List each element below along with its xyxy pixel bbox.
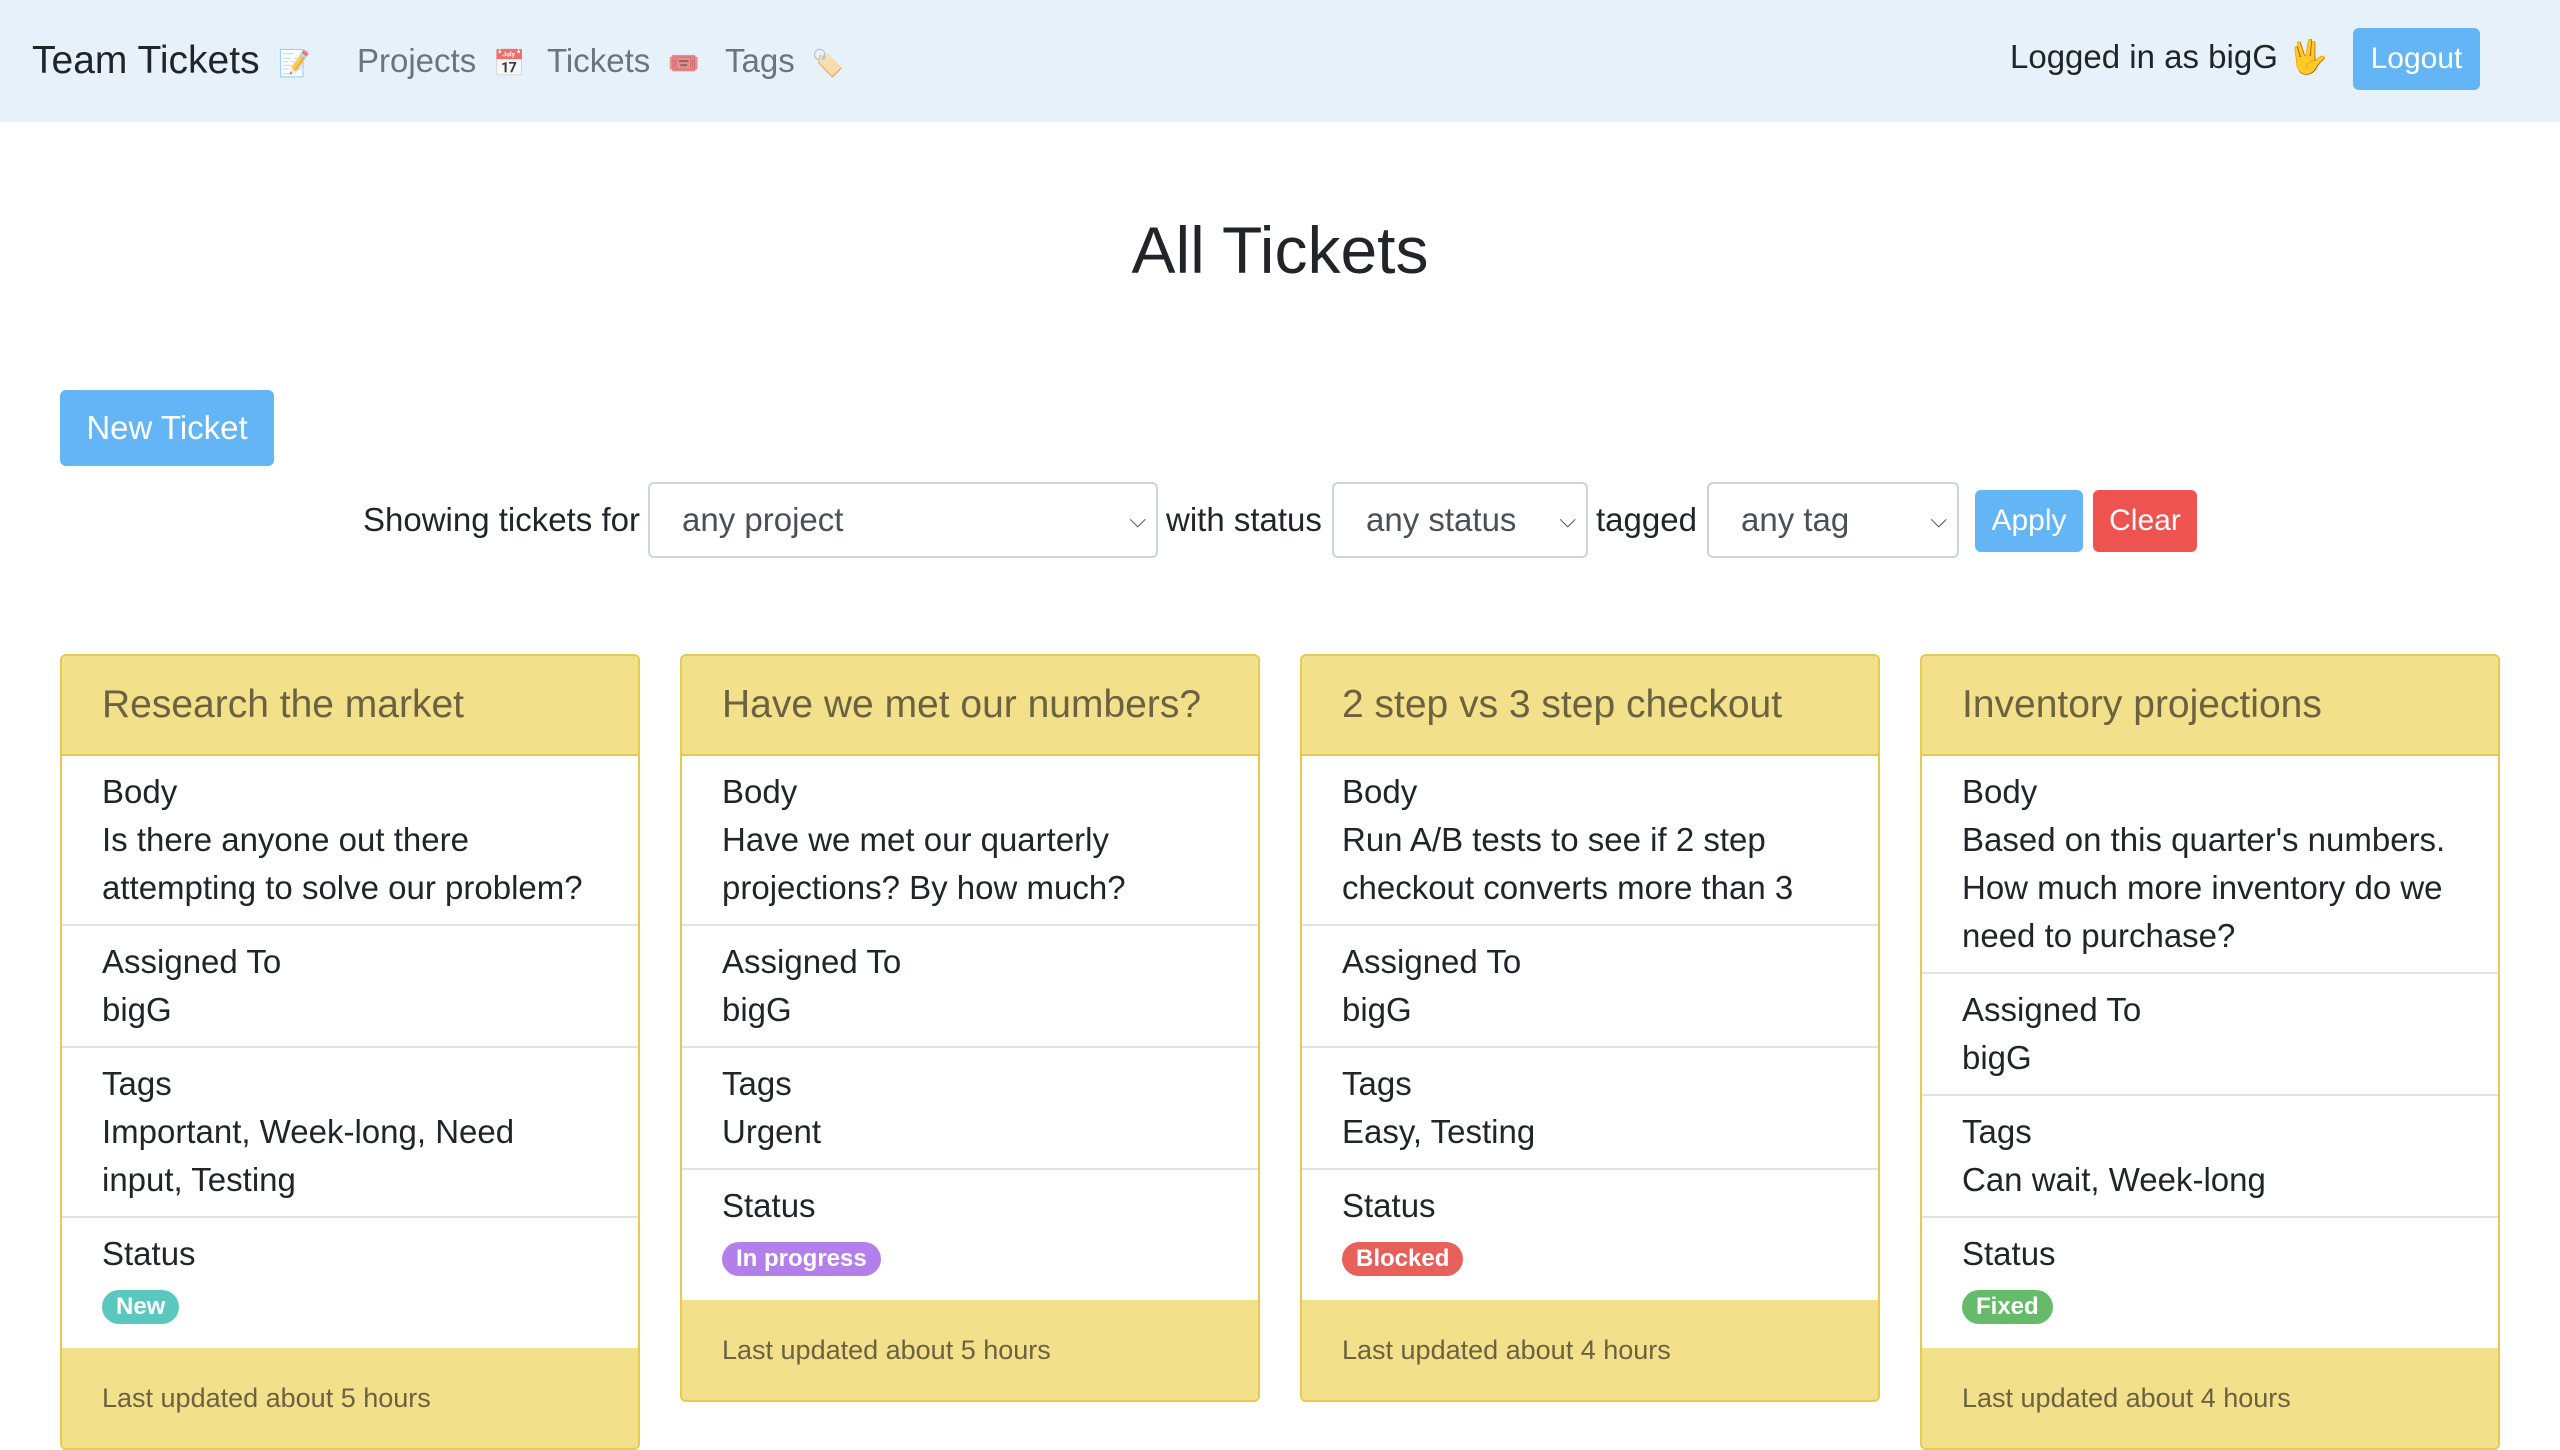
navbar: Team Tickets 📝 Projects 📅 Tickets 🎟️ Tag… <box>0 0 2560 122</box>
ticket-assignee: bigG <box>722 991 792 1028</box>
ticket-updated: Last updated about 4 hours <box>1922 1348 2498 1448</box>
nav-tickets[interactable]: Tickets 🎟️ <box>547 0 700 122</box>
brand-link[interactable]: Team Tickets 📝 <box>32 0 311 122</box>
tag-select[interactable]: any tag ⌵ <box>1707 482 1959 558</box>
ticket-status-section: Status In progress <box>682 1170 1258 1300</box>
assigned-label: Assigned To <box>1342 943 1522 980</box>
calendar-icon: 📅 <box>493 48 526 79</box>
status-badge: Blocked <box>1342 1242 1464 1276</box>
status-badge: Fixed <box>1962 1290 2053 1324</box>
ticket-title[interactable]: Have we met our numbers? <box>682 656 1258 756</box>
ticket-updated: Last updated about 4 hours <box>1302 1300 1878 1400</box>
ticket-title[interactable]: 2 step vs 3 step checkout <box>1302 656 1878 756</box>
status-label: Status <box>1342 1187 1436 1224</box>
ticket-status-section: Status Fixed <box>1922 1218 2498 1348</box>
ticket-assignee: bigG <box>1962 1039 2032 1076</box>
tags-label: Tags <box>1342 1065 1412 1102</box>
ticket-tags-section: Tags Can wait, Week-long <box>1922 1096 2498 1218</box>
assigned-label: Assigned To <box>722 943 902 980</box>
ticket-icon: 🎟️ <box>667 48 700 79</box>
chevron-down-icon: ⌵ <box>1559 507 1576 532</box>
assigned-label: Assigned To <box>1962 991 2142 1028</box>
nav-projects[interactable]: Projects 📅 <box>357 0 526 122</box>
project-select-value: any project <box>682 501 844 538</box>
chevron-down-icon: ⌵ <box>1129 507 1146 532</box>
clear-button[interactable]: Clear <box>2093 490 2197 552</box>
ticket-body-section: Body Is there anyone out there attemptin… <box>62 756 638 926</box>
new-ticket-button[interactable]: New Ticket <box>60 390 274 466</box>
status-label: with status <box>1166 501 1322 538</box>
memo-icon: 📝 <box>278 47 311 78</box>
ticket-body-section: Body Based on this quarter's numbers. Ho… <box>1922 756 2498 974</box>
ticket-tags: Urgent <box>722 1113 822 1150</box>
tags-label: Tags <box>1962 1113 2032 1150</box>
ticket-card: 2 step vs 3 step checkout Body Run A/B t… <box>1300 654 1880 1402</box>
brand-label: Team Tickets <box>32 39 260 82</box>
body-label: Body <box>102 773 178 810</box>
ticket-card: Have we met our numbers? Body Have we me… <box>680 654 1260 1402</box>
status-label: Status <box>102 1235 196 1272</box>
logout-button[interactable]: Logout <box>2353 28 2480 90</box>
ticket-updated: Last updated about 5 hours <box>682 1300 1258 1400</box>
tag-select-value: any tag <box>1741 501 1850 538</box>
ticket-status-section: Status New <box>62 1218 638 1348</box>
ticket-tags-section: Tags Urgent <box>682 1048 1258 1170</box>
ticket-title[interactable]: Research the market <box>62 656 638 756</box>
ticket-tags-section: Tags Easy, Testing <box>1302 1048 1878 1170</box>
ticket-assigned-section: Assigned To bigG <box>1302 926 1878 1048</box>
assigned-label: Assigned To <box>102 943 282 980</box>
ticket-updated: Last updated about 5 hours <box>62 1348 638 1448</box>
ticket-tags: Important, Week-long, Need input, Testin… <box>102 1113 515 1198</box>
status-select[interactable]: any status ⌵ <box>1332 482 1588 558</box>
ticket-status-section: Status Blocked <box>1302 1170 1878 1300</box>
status-badge: New <box>102 1290 180 1324</box>
status-label: Status <box>1962 1235 2056 1272</box>
ticket-assigned-section: Assigned To bigG <box>62 926 638 1048</box>
tagged-label: tagged <box>1596 501 1697 538</box>
ticket-card: Inventory projections Body Based on this… <box>1920 654 2500 1450</box>
status-label: Status <box>722 1187 816 1224</box>
nav-tags[interactable]: Tags 🏷️ <box>725 0 844 122</box>
body-label: Body <box>1342 773 1418 810</box>
ticket-body-section: Body Run A/B tests to see if 2 step chec… <box>1302 756 1878 926</box>
ticket-assigned-section: Assigned To bigG <box>1922 974 2498 1096</box>
ticket-tags-section: Tags Important, Week-long, Need input, T… <box>62 1048 638 1218</box>
status-badge: In progress <box>722 1242 881 1276</box>
ticket-card: Research the market Body Is there anyone… <box>60 654 640 1450</box>
page-title: All Tickets <box>1131 213 1429 287</box>
body-label: Body <box>1962 773 2038 810</box>
tags-label: Tags <box>102 1065 172 1102</box>
ticket-assigned-section: Assigned To bigG <box>682 926 1258 1048</box>
nav-projects-label: Projects <box>357 42 477 79</box>
tags-label: Tags <box>722 1065 792 1102</box>
showing-label: Showing tickets for <box>363 501 640 538</box>
ticket-assignee: bigG <box>102 991 172 1028</box>
ticket-body: Is there anyone out there attempting to … <box>102 821 583 906</box>
body-label: Body <box>722 773 798 810</box>
project-select[interactable]: any project ⌵ <box>648 482 1158 558</box>
ticket-title[interactable]: Inventory projections <box>1922 656 2498 756</box>
apply-button[interactable]: Apply <box>1975 490 2083 552</box>
ticket-body: Have we met our quarterly projections? B… <box>722 821 1126 906</box>
ticket-assignee: bigG <box>1342 991 1412 1028</box>
nav-tickets-label: Tickets <box>547 42 651 79</box>
tag-icon: 🏷️ <box>811 48 845 79</box>
ticket-tags: Can wait, Week-long <box>1962 1161 2266 1198</box>
ticket-body-section: Body Have we met our quarterly projectio… <box>682 756 1258 926</box>
logged-in-user: Logged in as bigG 🖖 <box>2010 38 2329 75</box>
status-select-value: any status <box>1366 501 1517 538</box>
ticket-tags: Easy, Testing <box>1342 1113 1536 1150</box>
nav-tags-label: Tags <box>725 42 795 79</box>
ticket-body: Run A/B tests to see if 2 step checkout … <box>1342 821 1794 906</box>
chevron-down-icon: ⌵ <box>1930 507 1947 532</box>
ticket-body: Based on this quarter's numbers. How muc… <box>1962 821 2446 954</box>
